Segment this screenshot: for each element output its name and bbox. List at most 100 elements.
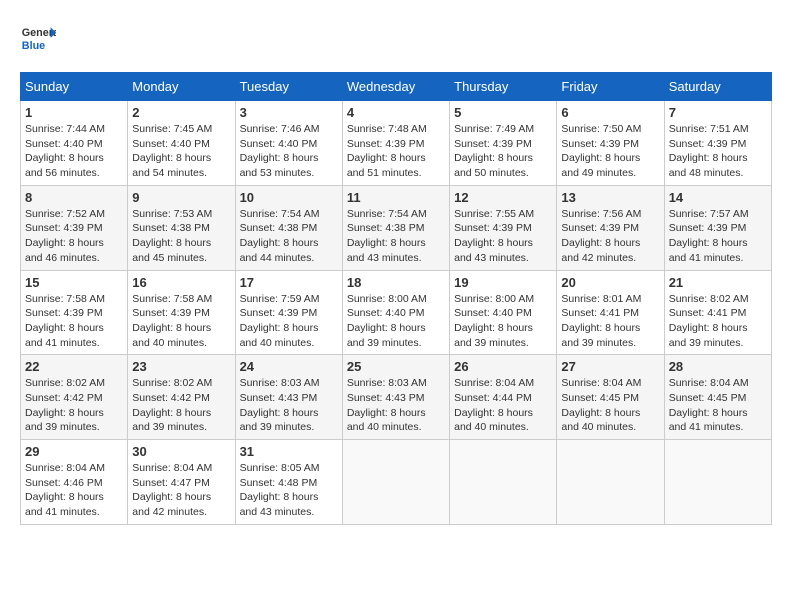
day-info: Sunrise: 7:48 AM Sunset: 4:39 PM Dayligh…: [347, 122, 445, 181]
day-number: 21: [669, 275, 767, 290]
day-info: Sunrise: 7:52 AM Sunset: 4:39 PM Dayligh…: [25, 207, 123, 266]
day-number: 2: [132, 105, 230, 120]
day-number: 23: [132, 359, 230, 374]
day-info: Sunrise: 7:56 AM Sunset: 4:39 PM Dayligh…: [561, 207, 659, 266]
calendar-day-cell: 18 Sunrise: 8:00 AM Sunset: 4:40 PM Dayl…: [342, 270, 449, 355]
day-number: 8: [25, 190, 123, 205]
weekday-header-row: SundayMondayTuesdayWednesdayThursdayFrid…: [21, 73, 772, 101]
calendar-week-row: 8 Sunrise: 7:52 AM Sunset: 4:39 PM Dayli…: [21, 185, 772, 270]
svg-text:Blue: Blue: [22, 40, 45, 52]
calendar-day-cell: 26 Sunrise: 8:04 AM Sunset: 4:44 PM Dayl…: [450, 355, 557, 440]
day-number: 12: [454, 190, 552, 205]
day-number: 9: [132, 190, 230, 205]
day-number: 16: [132, 275, 230, 290]
calendar-day-cell: [664, 440, 771, 525]
calendar-day-cell: 11 Sunrise: 7:54 AM Sunset: 4:38 PM Dayl…: [342, 185, 449, 270]
day-number: 6: [561, 105, 659, 120]
day-number: 1: [25, 105, 123, 120]
calendar-day-cell: 10 Sunrise: 7:54 AM Sunset: 4:38 PM Dayl…: [235, 185, 342, 270]
calendar-day-cell: 31 Sunrise: 8:05 AM Sunset: 4:48 PM Dayl…: [235, 440, 342, 525]
calendar-day-cell: 12 Sunrise: 7:55 AM Sunset: 4:39 PM Dayl…: [450, 185, 557, 270]
day-info: Sunrise: 7:54 AM Sunset: 4:38 PM Dayligh…: [240, 207, 338, 266]
day-number: 28: [669, 359, 767, 374]
calendar-day-cell: 1 Sunrise: 7:44 AM Sunset: 4:40 PM Dayli…: [21, 101, 128, 186]
calendar-day-cell: 2 Sunrise: 7:45 AM Sunset: 4:40 PM Dayli…: [128, 101, 235, 186]
calendar-week-row: 29 Sunrise: 8:04 AM Sunset: 4:46 PM Dayl…: [21, 440, 772, 525]
weekday-header-cell: Monday: [128, 73, 235, 101]
day-info: Sunrise: 8:02 AM Sunset: 4:41 PM Dayligh…: [669, 292, 767, 351]
weekday-header-cell: Tuesday: [235, 73, 342, 101]
day-info: Sunrise: 8:00 AM Sunset: 4:40 PM Dayligh…: [347, 292, 445, 351]
day-info: Sunrise: 8:04 AM Sunset: 4:46 PM Dayligh…: [25, 461, 123, 520]
day-number: 15: [25, 275, 123, 290]
day-info: Sunrise: 8:04 AM Sunset: 4:44 PM Dayligh…: [454, 376, 552, 435]
day-number: 30: [132, 444, 230, 459]
day-number: 13: [561, 190, 659, 205]
weekday-header-cell: Friday: [557, 73, 664, 101]
day-number: 4: [347, 105, 445, 120]
calendar-day-cell: 15 Sunrise: 7:58 AM Sunset: 4:39 PM Dayl…: [21, 270, 128, 355]
day-number: 17: [240, 275, 338, 290]
day-info: Sunrise: 7:54 AM Sunset: 4:38 PM Dayligh…: [347, 207, 445, 266]
day-number: 3: [240, 105, 338, 120]
calendar-day-cell: 25 Sunrise: 8:03 AM Sunset: 4:43 PM Dayl…: [342, 355, 449, 440]
calendar-day-cell: 4 Sunrise: 7:48 AM Sunset: 4:39 PM Dayli…: [342, 101, 449, 186]
day-number: 31: [240, 444, 338, 459]
day-info: Sunrise: 7:49 AM Sunset: 4:39 PM Dayligh…: [454, 122, 552, 181]
day-info: Sunrise: 7:53 AM Sunset: 4:38 PM Dayligh…: [132, 207, 230, 266]
calendar-day-cell: 17 Sunrise: 7:59 AM Sunset: 4:39 PM Dayl…: [235, 270, 342, 355]
day-number: 5: [454, 105, 552, 120]
page-header: General Blue: [20, 20, 772, 56]
day-number: 7: [669, 105, 767, 120]
day-number: 26: [454, 359, 552, 374]
weekday-header-cell: Saturday: [664, 73, 771, 101]
day-number: 25: [347, 359, 445, 374]
day-number: 27: [561, 359, 659, 374]
calendar-week-row: 1 Sunrise: 7:44 AM Sunset: 4:40 PM Dayli…: [21, 101, 772, 186]
logo: General Blue: [20, 20, 56, 56]
day-info: Sunrise: 8:04 AM Sunset: 4:47 PM Dayligh…: [132, 461, 230, 520]
calendar-day-cell: [450, 440, 557, 525]
weekday-header-cell: Sunday: [21, 73, 128, 101]
calendar-day-cell: [557, 440, 664, 525]
day-number: 10: [240, 190, 338, 205]
day-info: Sunrise: 7:58 AM Sunset: 4:39 PM Dayligh…: [132, 292, 230, 351]
day-number: 29: [25, 444, 123, 459]
calendar-day-cell: 14 Sunrise: 7:57 AM Sunset: 4:39 PM Dayl…: [664, 185, 771, 270]
calendar-day-cell: 5 Sunrise: 7:49 AM Sunset: 4:39 PM Dayli…: [450, 101, 557, 186]
calendar-day-cell: 21 Sunrise: 8:02 AM Sunset: 4:41 PM Dayl…: [664, 270, 771, 355]
day-info: Sunrise: 7:58 AM Sunset: 4:39 PM Dayligh…: [25, 292, 123, 351]
day-info: Sunrise: 8:04 AM Sunset: 4:45 PM Dayligh…: [561, 376, 659, 435]
day-number: 20: [561, 275, 659, 290]
calendar-week-row: 22 Sunrise: 8:02 AM Sunset: 4:42 PM Dayl…: [21, 355, 772, 440]
day-info: Sunrise: 8:00 AM Sunset: 4:40 PM Dayligh…: [454, 292, 552, 351]
calendar-day-cell: 29 Sunrise: 8:04 AM Sunset: 4:46 PM Dayl…: [21, 440, 128, 525]
calendar-day-cell: 9 Sunrise: 7:53 AM Sunset: 4:38 PM Dayli…: [128, 185, 235, 270]
day-info: Sunrise: 7:55 AM Sunset: 4:39 PM Dayligh…: [454, 207, 552, 266]
weekday-header-cell: Wednesday: [342, 73, 449, 101]
calendar-day-cell: 22 Sunrise: 8:02 AM Sunset: 4:42 PM Dayl…: [21, 355, 128, 440]
day-info: Sunrise: 7:46 AM Sunset: 4:40 PM Dayligh…: [240, 122, 338, 181]
calendar-day-cell: 3 Sunrise: 7:46 AM Sunset: 4:40 PM Dayli…: [235, 101, 342, 186]
day-info: Sunrise: 8:03 AM Sunset: 4:43 PM Dayligh…: [347, 376, 445, 435]
calendar-day-cell: 20 Sunrise: 8:01 AM Sunset: 4:41 PM Dayl…: [557, 270, 664, 355]
day-number: 19: [454, 275, 552, 290]
logo-icon: General Blue: [20, 20, 56, 56]
day-number: 24: [240, 359, 338, 374]
day-info: Sunrise: 8:04 AM Sunset: 4:45 PM Dayligh…: [669, 376, 767, 435]
day-info: Sunrise: 7:51 AM Sunset: 4:39 PM Dayligh…: [669, 122, 767, 181]
calendar-day-cell: 19 Sunrise: 8:00 AM Sunset: 4:40 PM Dayl…: [450, 270, 557, 355]
day-number: 18: [347, 275, 445, 290]
day-info: Sunrise: 7:50 AM Sunset: 4:39 PM Dayligh…: [561, 122, 659, 181]
day-info: Sunrise: 8:02 AM Sunset: 4:42 PM Dayligh…: [132, 376, 230, 435]
day-info: Sunrise: 7:45 AM Sunset: 4:40 PM Dayligh…: [132, 122, 230, 181]
calendar-day-cell: 8 Sunrise: 7:52 AM Sunset: 4:39 PM Dayli…: [21, 185, 128, 270]
day-number: 11: [347, 190, 445, 205]
calendar-day-cell: [342, 440, 449, 525]
day-info: Sunrise: 7:57 AM Sunset: 4:39 PM Dayligh…: [669, 207, 767, 266]
calendar-day-cell: 30 Sunrise: 8:04 AM Sunset: 4:47 PM Dayl…: [128, 440, 235, 525]
day-info: Sunrise: 8:05 AM Sunset: 4:48 PM Dayligh…: [240, 461, 338, 520]
calendar-day-cell: 23 Sunrise: 8:02 AM Sunset: 4:42 PM Dayl…: [128, 355, 235, 440]
day-number: 22: [25, 359, 123, 374]
calendar-day-cell: 13 Sunrise: 7:56 AM Sunset: 4:39 PM Dayl…: [557, 185, 664, 270]
